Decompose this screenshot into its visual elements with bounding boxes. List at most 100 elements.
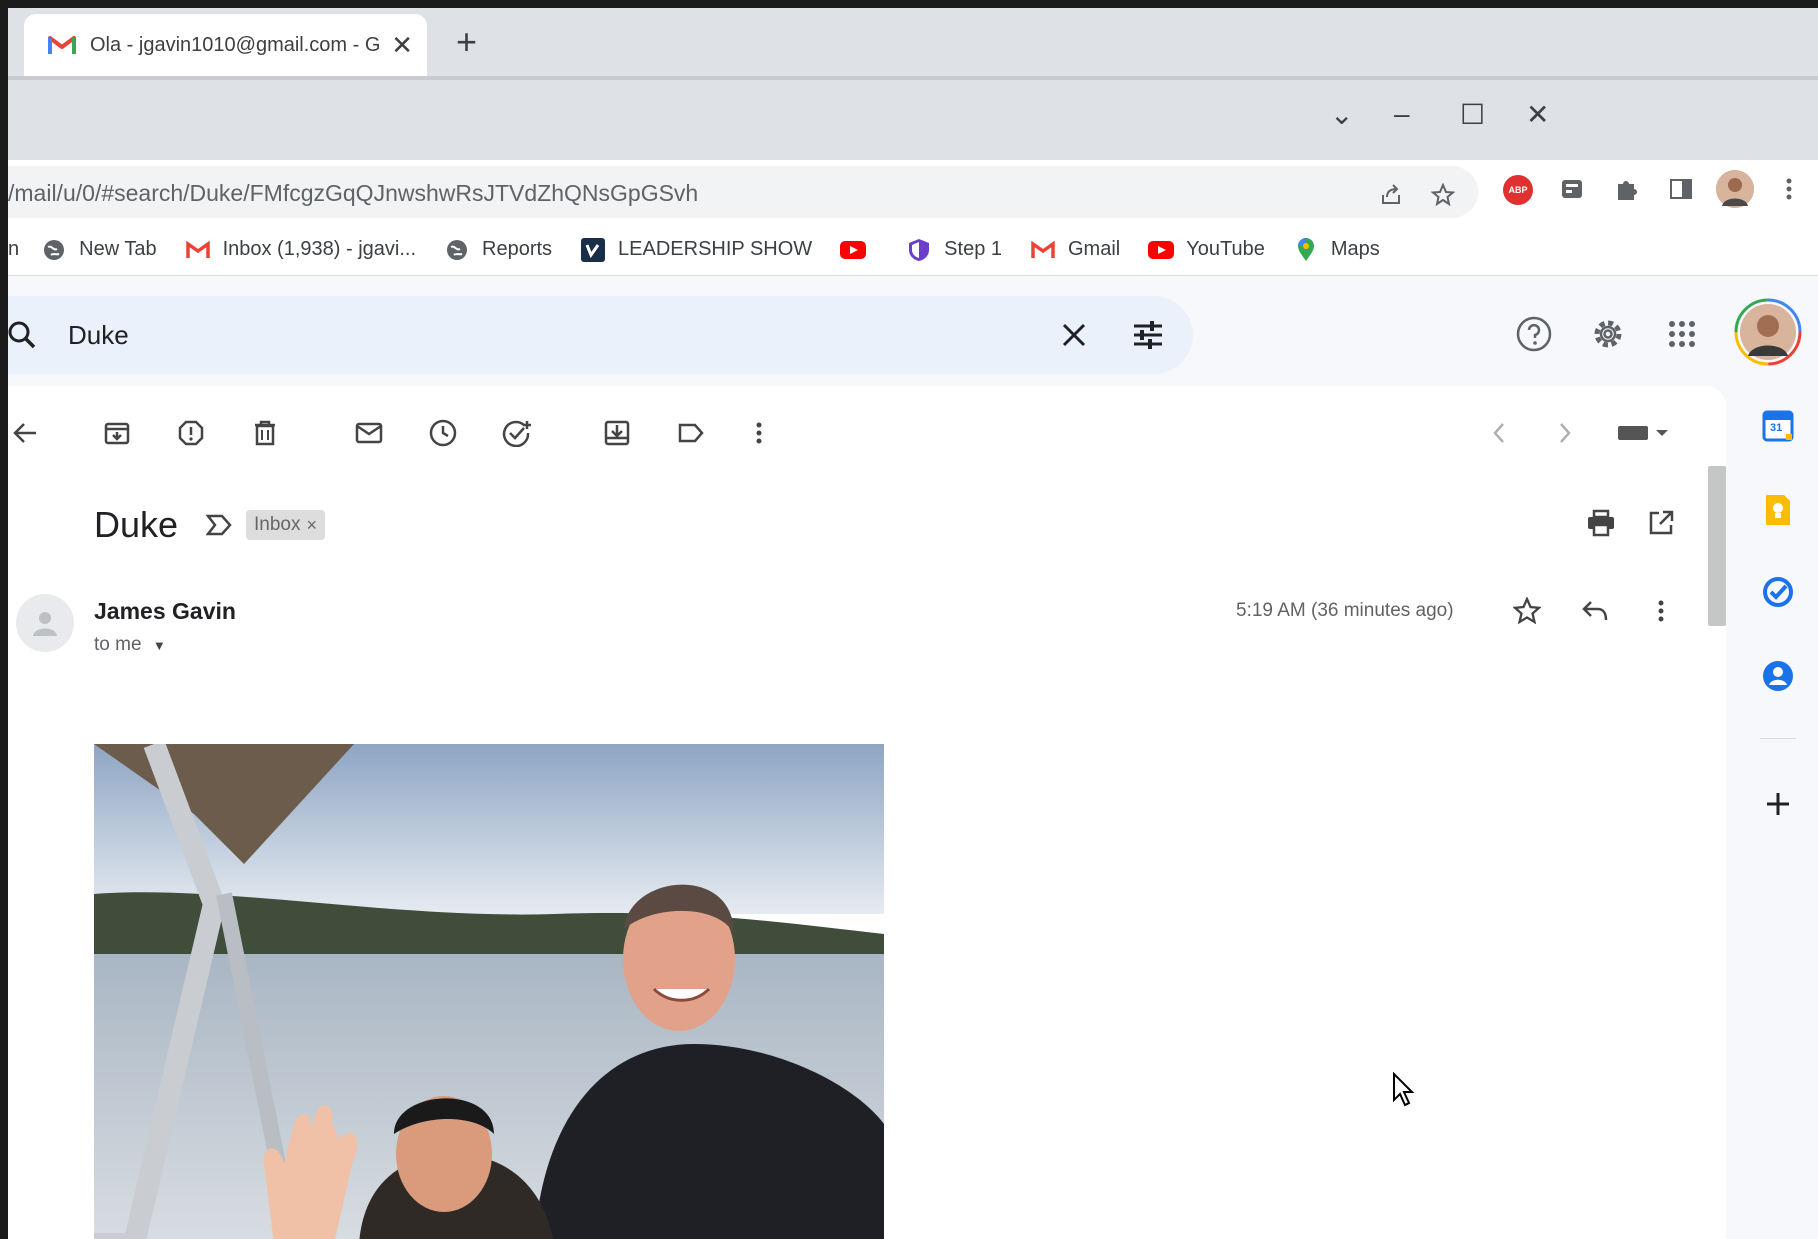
bookmark-label: Maps: [1330, 238, 1380, 260]
globe-icon: [41, 239, 67, 261]
print-icon[interactable]: [1584, 506, 1618, 540]
bookmark-label: LEADERSHIP SHOW: [618, 238, 813, 260]
maps-icon: [1293, 237, 1319, 261]
clear-search-icon[interactable]: [1054, 315, 1094, 355]
message-more-icon[interactable]: [1644, 594, 1678, 628]
new-tab-icon[interactable]: +: [456, 22, 477, 62]
browser-menu-icon[interactable]: [1774, 174, 1804, 204]
bookmark-inbox[interactable]: Inbox (1,938) - jgavi...: [185, 238, 416, 261]
older-chevron-icon[interactable]: [1482, 416, 1516, 450]
bookmarks-bar: n New Tab Inbox (1,938) - jgavi... Repor…: [8, 224, 1818, 276]
add-addon-plus-icon[interactable]: [1758, 784, 1798, 824]
mark-unread-icon[interactable]: [352, 416, 386, 450]
bookmark-star-icon[interactable]: [1428, 180, 1458, 210]
more-actions-icon[interactable]: [742, 416, 776, 450]
extensions-puzzle-icon[interactable]: [1612, 174, 1642, 204]
important-marker-icon[interactable]: [205, 514, 232, 541]
bookmark-new-tab[interactable]: New Tab: [41, 238, 157, 261]
keep-icon[interactable]: [1758, 490, 1798, 530]
bookmark-truncated[interactable]: n: [8, 238, 19, 261]
bookmark-youtube-unnamed[interactable]: [840, 239, 878, 261]
bookmark-label: Gmail: [1068, 238, 1121, 260]
bookmark-gmail[interactable]: Gmail: [1030, 238, 1120, 261]
search-icon[interactable]: [8, 315, 42, 355]
message-panel: Duke Inbox × James Gavin to me ▼ 5:19 AM…: [8, 386, 1726, 1239]
shield-icon: [906, 238, 932, 261]
calendar-icon[interactable]: 31: [1758, 406, 1798, 446]
gmail-icon: [185, 239, 211, 261]
scrollbar[interactable]: [1708, 466, 1726, 626]
youtube-icon: [1148, 239, 1175, 261]
report-spam-icon[interactable]: [174, 416, 208, 450]
mouse-cursor-icon: [1392, 1071, 1416, 1113]
newer-chevron-icon[interactable]: [1548, 416, 1582, 450]
address-bar[interactable]: /mail/u/0/#search/Duke/FMfcgzGqQJnwshwRs…: [8, 166, 1478, 218]
bookmark-youtube[interactable]: YouTube: [1148, 238, 1265, 261]
gmail-app: Duke Duke Inbox × James Gavin to me ▼ 5:…: [8, 276, 1818, 1239]
omnibar: /mail/u/0/#search/Duke/FMfcgzGqQJnwshwRs…: [8, 160, 1818, 224]
email-timestamp: 5:19 AM (36 minutes ago): [1236, 600, 1454, 621]
recipient-dropdown-icon[interactable]: ▼: [153, 638, 166, 653]
bookmark-leadership-show[interactable]: LEADERSHIP SHOW: [580, 237, 813, 262]
add-to-tasks-icon[interactable]: [500, 416, 534, 450]
share-icon[interactable]: [1376, 180, 1406, 210]
recipient-details[interactable]: to me ▼: [94, 634, 166, 656]
open-new-window-icon[interactable]: [1644, 506, 1678, 540]
minimize-icon[interactable]: –: [1394, 98, 1410, 130]
search-bar[interactable]: Duke: [8, 296, 1193, 374]
bookmark-label: Reports: [482, 238, 553, 260]
close-window-icon[interactable]: ✕: [1526, 98, 1549, 131]
tasks-icon[interactable]: [1758, 572, 1798, 612]
settings-gear-icon[interactable]: [1588, 314, 1628, 354]
move-to-icon[interactable]: [600, 416, 634, 450]
back-arrow-icon[interactable]: [8, 416, 42, 450]
label-icon[interactable]: [674, 416, 708, 450]
email-subject: Duke: [94, 504, 179, 545]
profile-avatar[interactable]: [1716, 170, 1754, 208]
side-panel-icon[interactable]: [1666, 174, 1696, 204]
snooze-clock-icon[interactable]: [426, 416, 460, 450]
gmail-icon: [48, 36, 76, 54]
delete-icon[interactable]: [248, 416, 282, 450]
tab-gmail[interactable]: Ola - jgavin1010@gmail.com - G ✕: [24, 14, 427, 76]
help-icon[interactable]: [1514, 314, 1554, 354]
window-caption-bar: ⌄ – ☐ ✕: [8, 76, 1818, 160]
recipient-text: to me: [94, 634, 142, 655]
tab-search-chevron-icon[interactable]: ⌄: [1330, 98, 1353, 131]
bookmark-step-1[interactable]: Step 1: [906, 238, 1002, 261]
reply-icon[interactable]: [1578, 594, 1612, 628]
sender-name[interactable]: James Gavin: [94, 598, 236, 625]
gmail-icon: [1030, 239, 1056, 261]
bookmark-maps[interactable]: Maps: [1293, 237, 1380, 261]
bookmark-label: YouTube: [1186, 238, 1265, 260]
adblock-badge: ABP: [1508, 185, 1528, 195]
star-icon[interactable]: [1510, 594, 1544, 628]
contacts-icon[interactable]: [1758, 656, 1798, 696]
bookmark-label: Inbox (1,938) - jgavi...: [222, 238, 417, 260]
calendar-day: 31: [1770, 422, 1783, 434]
input-tools-keyboard-icon[interactable]: [1612, 416, 1672, 450]
close-tab-icon[interactable]: ✕: [391, 32, 413, 58]
sender-avatar[interactable]: [16, 594, 74, 652]
adblock-extension-icon[interactable]: ABP: [1502, 174, 1534, 206]
bookmark-label: New Tab: [79, 238, 157, 260]
youtube-icon: [840, 239, 867, 261]
inbox-label-text: Inbox: [254, 514, 301, 535]
apps-grid-icon[interactable]: [1662, 314, 1702, 354]
maximize-icon[interactable]: ☐: [1460, 98, 1485, 131]
tab-strip: Ola - jgavin1010@gmail.com - G ✕ +: [8, 8, 1818, 76]
search-options-icon[interactable]: [1128, 315, 1168, 355]
remove-label-icon[interactable]: ×: [306, 515, 317, 536]
globe-icon: [444, 239, 470, 261]
url-text: /mail/u/0/#search/Duke/FMfcgzGqQJnwshwRs…: [8, 180, 699, 206]
search-input[interactable]: Duke: [68, 320, 129, 351]
account-avatar[interactable]: [1734, 298, 1802, 366]
email-photo[interactable]: [94, 744, 884, 1239]
bookmark-reports[interactable]: Reports: [444, 238, 552, 261]
inbox-label-chip[interactable]: Inbox ×: [246, 510, 325, 540]
vimeo-icon: [580, 237, 606, 262]
browser-window: Ola - jgavin1010@gmail.com - G ✕ + ⌄ – ☐…: [8, 8, 1818, 1239]
archive-icon[interactable]: [100, 416, 134, 450]
extension-icon[interactable]: [1558, 174, 1588, 204]
bookmark-label: Step 1: [944, 238, 1002, 260]
